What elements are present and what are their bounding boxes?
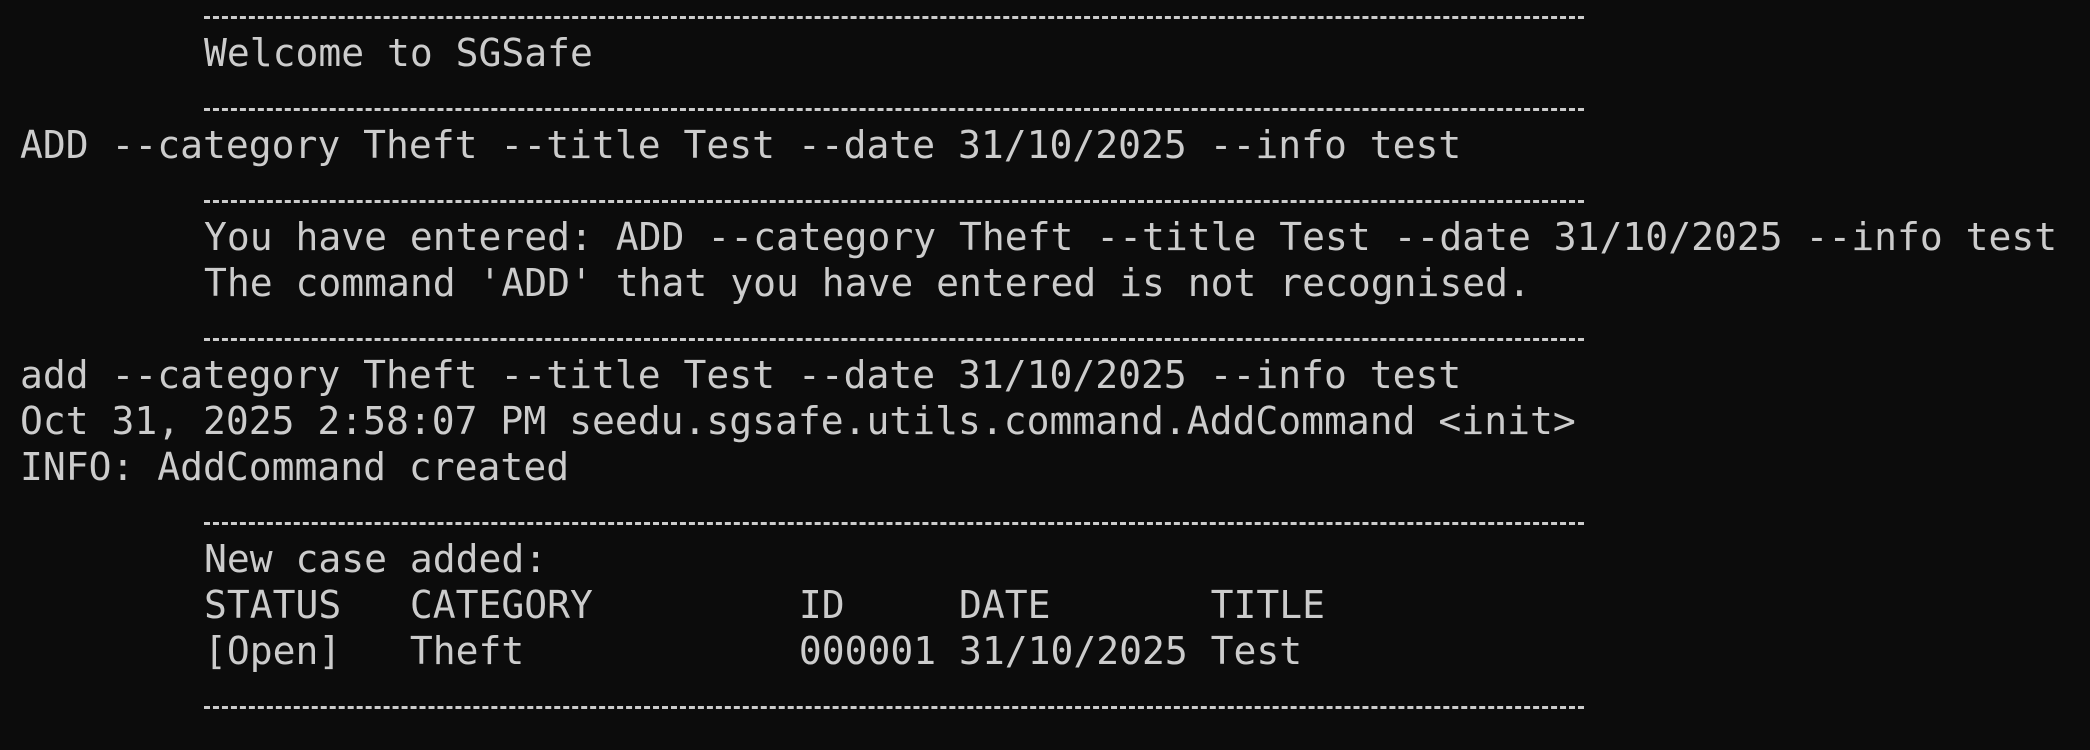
terminal-window[interactable]: Welcome to SGSafe ADD --category Theft -… [0, 0, 2090, 750]
welcome-message: Welcome to SGSafe [204, 31, 593, 75]
case-added-message: New case added: [204, 537, 548, 581]
user-input-line: ADD --category Theft --title Test --date… [20, 123, 1462, 167]
log-timestamp-line: Oct 31, 2025 2:58:07 PM seedu.sgsafe.uti… [20, 399, 1576, 443]
separator-line [204, 338, 1584, 341]
separator-line [204, 108, 1584, 111]
echo-message: You have entered: ADD --category Theft -… [204, 215, 2058, 259]
user-input-line: add --category Theft --title Test --date… [20, 353, 1462, 397]
table-header: STATUS CATEGORY ID DATE TITLE [204, 583, 1326, 627]
separator-line [204, 522, 1584, 525]
separator-line [204, 200, 1584, 203]
log-info-line: INFO: AddCommand created [20, 445, 570, 489]
table-row: [Open] Theft 000001 31/10/2025 Test [204, 629, 1303, 673]
separator-line [204, 706, 1584, 709]
error-message: The command 'ADD' that you have entered … [204, 261, 1531, 305]
separator-line [204, 16, 1584, 19]
